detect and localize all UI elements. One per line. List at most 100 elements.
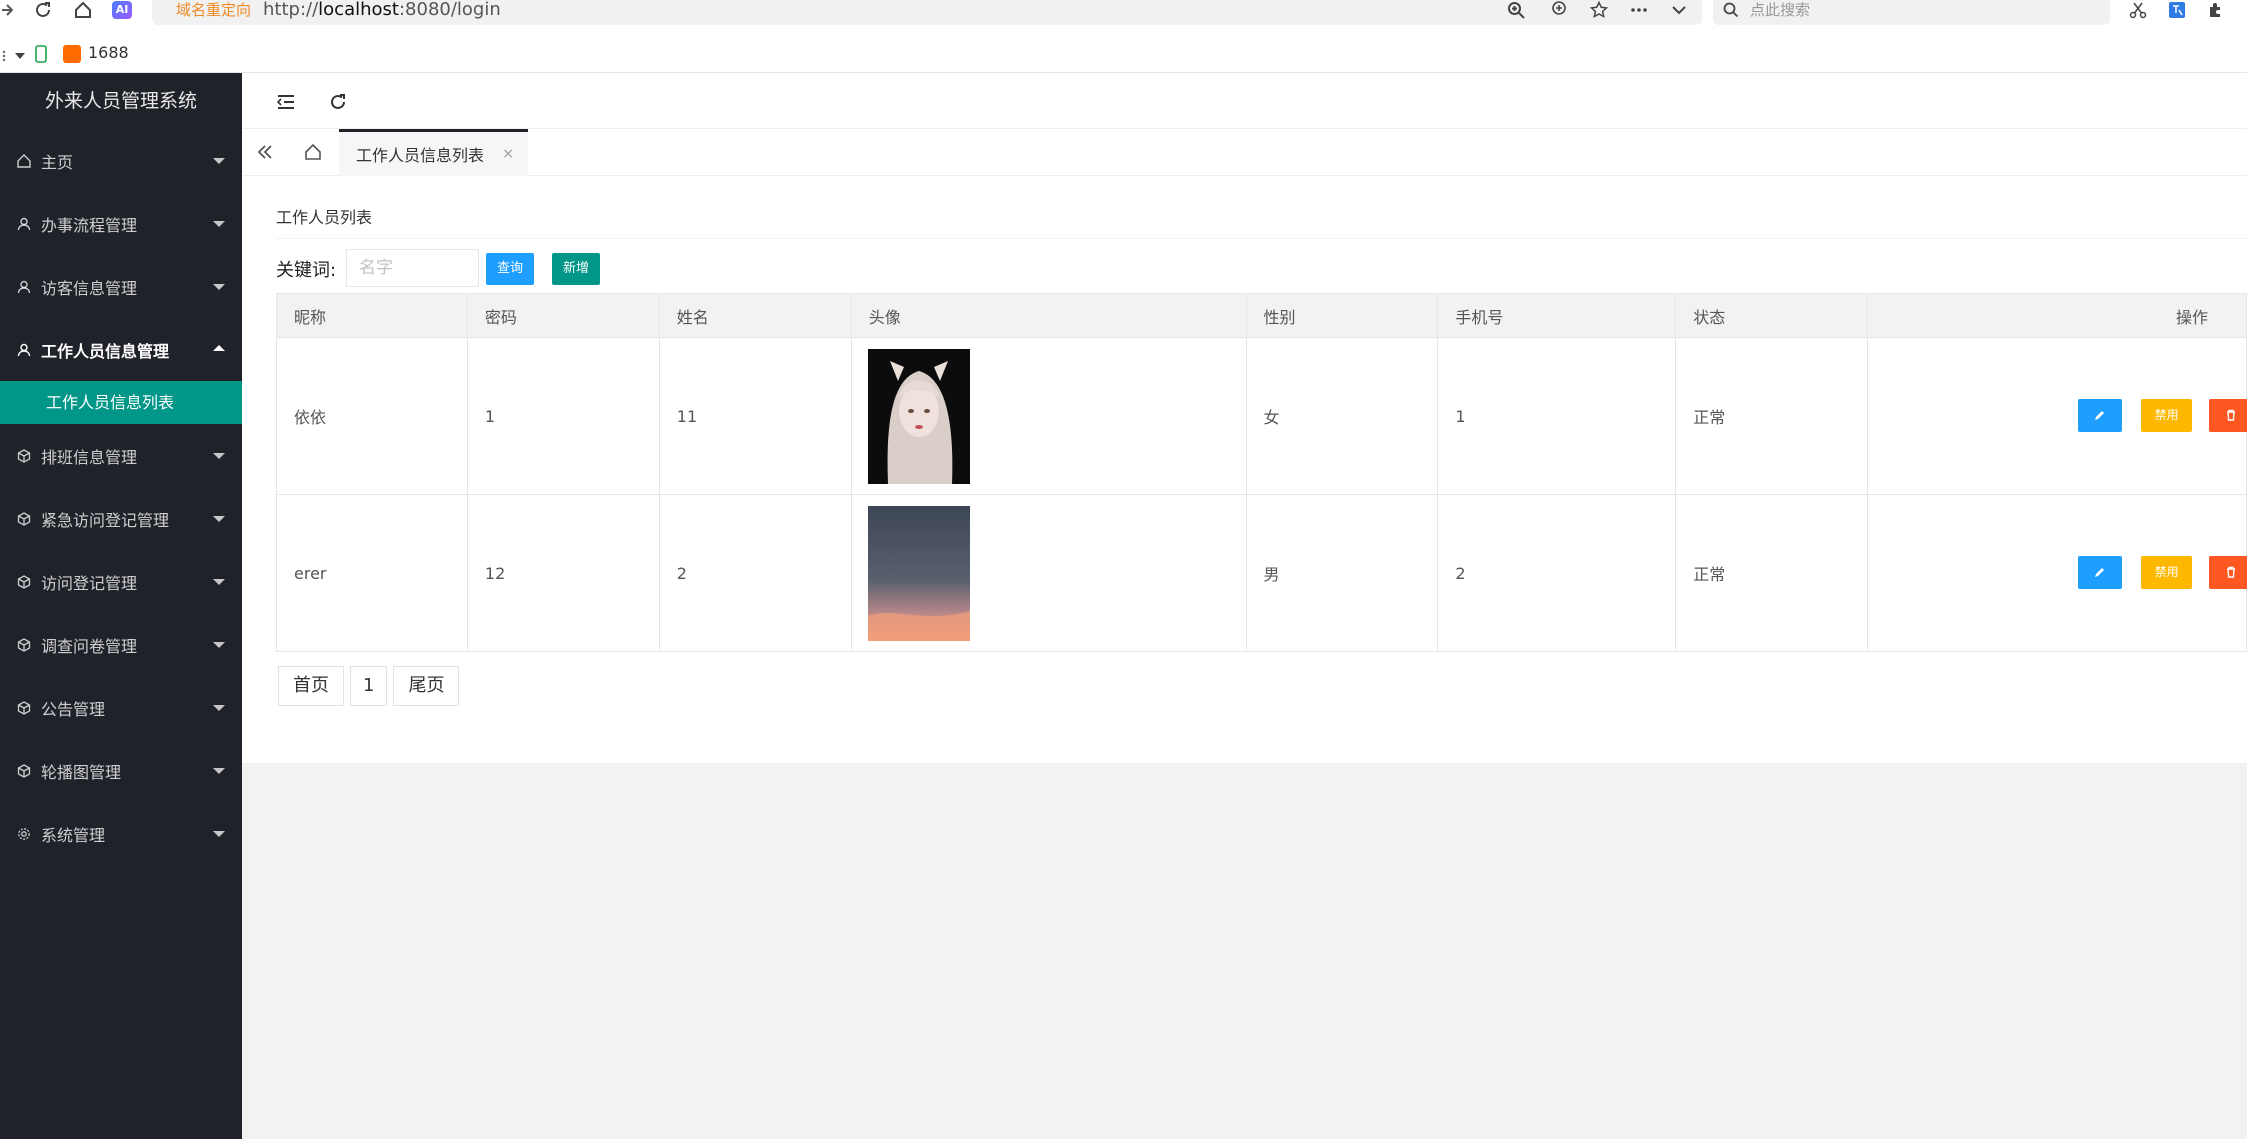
redirect-label: 域名重定向 (176, 1, 252, 19)
cell-status: 正常 (1675, 494, 1869, 652)
cube-icon (16, 574, 32, 590)
sidebar-item-process[interactable]: 办事流程管理 (0, 192, 242, 255)
sidebar-subitem-staff-list[interactable]: 工作人员信息列表 (0, 381, 242, 424)
url-text: http://localhost:8080/login (263, 0, 501, 20)
sidebar-item-home[interactable]: 主页 (0, 129, 242, 192)
cell-status: 正常 (1675, 337, 1869, 495)
sidebar-item-visitor[interactable]: 访客信息管理 (0, 255, 242, 318)
home-tab-icon[interactable] (302, 141, 324, 163)
chevron-down-icon (213, 768, 225, 774)
edit-icon (2095, 411, 2105, 420)
cell-nickname: 依依 (276, 337, 468, 495)
disable-button[interactable]: 禁用 (2141, 556, 2193, 589)
sidebar-item-carousel[interactable]: 轮播图管理 (0, 739, 242, 802)
sidebar-item-schedule[interactable]: 排班信息管理 (0, 424, 242, 487)
add-button[interactable]: 新增 (552, 253, 600, 285)
column-header: 操作 (1867, 293, 2247, 338)
edit-icon (2095, 568, 2105, 577)
cell-name: 11 (658, 337, 852, 495)
main-card: 工作人员列表 关键词: 查询 新增 昵称 密码 姓名 头像 性别 手机号 状态 … (242, 176, 2247, 764)
trash-icon (2227, 409, 2236, 421)
close-icon[interactable]: × (502, 146, 514, 162)
card-title: 工作人员列表 (276, 208, 373, 227)
cell-gender: 男 (1245, 494, 1439, 652)
cube-icon (16, 637, 32, 653)
cell-phone: 2 (1437, 494, 1677, 652)
card-divider (276, 238, 2247, 239)
first-page-button[interactable]: 首页 (278, 666, 344, 706)
forward-icon[interactable] (0, 0, 14, 20)
app-title: 外来人员管理系统 (45, 90, 198, 112)
column-header: 状态 (1675, 293, 1869, 338)
scissors-icon[interactable] (2127, 0, 2149, 20)
chevron-up-icon (213, 345, 225, 351)
sidebar-item-emergency[interactable]: 紧急访问登记管理 (0, 487, 242, 550)
cell-avatar (850, 337, 1247, 495)
sidebar-item-notice[interactable]: 公告管理 (0, 676, 242, 739)
sidebar-item-system[interactable]: 系统管理 (0, 802, 242, 865)
search-icon (1721, 0, 1741, 20)
bookmark-1688[interactable]: 1688 (88, 42, 129, 64)
query-button[interactable]: 查询 (486, 253, 534, 285)
chevron-down-icon (213, 284, 225, 290)
column-header: 昵称 (276, 293, 468, 338)
caret-down-icon[interactable] (14, 46, 26, 66)
sidebar-item-label: 排班信息管理 (41, 447, 138, 467)
location-icon[interactable] (1548, 0, 1570, 20)
tab-bar: 工作人员信息列表 × (242, 129, 2247, 176)
delete-button[interactable] (2209, 399, 2247, 432)
tab-staff-list[interactable]: 工作人员信息列表 × (339, 129, 528, 176)
more-icon[interactable] (1628, 0, 1650, 20)
sidebar-item-label: 工作人员信息管理 (41, 341, 170, 361)
translate-icon[interactable] (2166, 0, 2188, 20)
cell-nickname: erer (276, 494, 468, 652)
avatar (867, 348, 970, 484)
user-icon (16, 342, 32, 358)
ai-icon[interactable]: AI (111, 0, 133, 20)
reload-icon[interactable] (32, 0, 54, 20)
collapse-menu-icon[interactable] (275, 91, 297, 113)
sidebar-item-visit-log[interactable]: 访问登记管理 (0, 550, 242, 613)
cube-icon (16, 763, 32, 779)
bookmark-grip-icon (0, 46, 8, 66)
extensions-icon[interactable] (2205, 0, 2227, 20)
cell-actions: 禁用 (1867, 337, 2247, 495)
last-page-button[interactable]: 尾页 (393, 666, 460, 706)
staff-table: 昵称 密码 姓名 头像 性别 手机号 状态 操作 依依 1 11 女 1 正常 … (276, 293, 2247, 652)
cube-icon (16, 511, 32, 527)
phone-icon[interactable] (33, 44, 49, 64)
cell-actions: 禁用 (1867, 494, 2247, 652)
zoom-icon[interactable] (1505, 0, 1527, 20)
edit-button[interactable] (2078, 399, 2123, 432)
browser-search-input[interactable]: 点此搜索 (1713, 0, 2110, 25)
keyword-label: 关键词: (276, 260, 337, 281)
sidebar-item-label: 办事流程管理 (41, 215, 138, 235)
cell-password: 12 (466, 494, 660, 652)
edit-button[interactable] (2078, 556, 2123, 589)
chevron-down-icon (213, 705, 225, 711)
top-header (242, 73, 2247, 129)
column-header: 密码 (466, 293, 660, 338)
address-bar[interactable]: 域名重定向 http://localhost:8080/login (152, 0, 1702, 25)
delete-button[interactable] (2209, 556, 2247, 589)
sidebar-item-staff[interactable]: 工作人员信息管理 (0, 318, 242, 381)
home-icon[interactable] (72, 0, 94, 20)
keyword-input[interactable] (346, 249, 479, 287)
chevron-down-icon (213, 516, 225, 522)
cell-name: 2 (658, 494, 852, 652)
refresh-icon[interactable] (327, 91, 349, 113)
page-number-button[interactable]: 1 (350, 666, 388, 706)
user-icon (16, 216, 32, 232)
pagination: 首页 1 尾页 (278, 666, 460, 706)
double-chevron-left-icon[interactable] (254, 141, 276, 163)
sidebar-item-label: 访客信息管理 (41, 278, 138, 298)
chevron-down-icon (213, 221, 225, 227)
bookmark-1688-icon (62, 44, 82, 64)
disable-button[interactable]: 禁用 (2141, 399, 2193, 432)
chevron-down-icon[interactable] (1668, 0, 1690, 20)
star-icon[interactable] (1588, 0, 1610, 20)
browser-toolbar: AI 域名重定向 http://localhost:8080/login 点此搜… (0, 0, 2247, 34)
user-icon (16, 279, 32, 295)
sidebar-item-survey[interactable]: 调查问卷管理 (0, 613, 242, 676)
column-header: 头像 (850, 293, 1247, 338)
